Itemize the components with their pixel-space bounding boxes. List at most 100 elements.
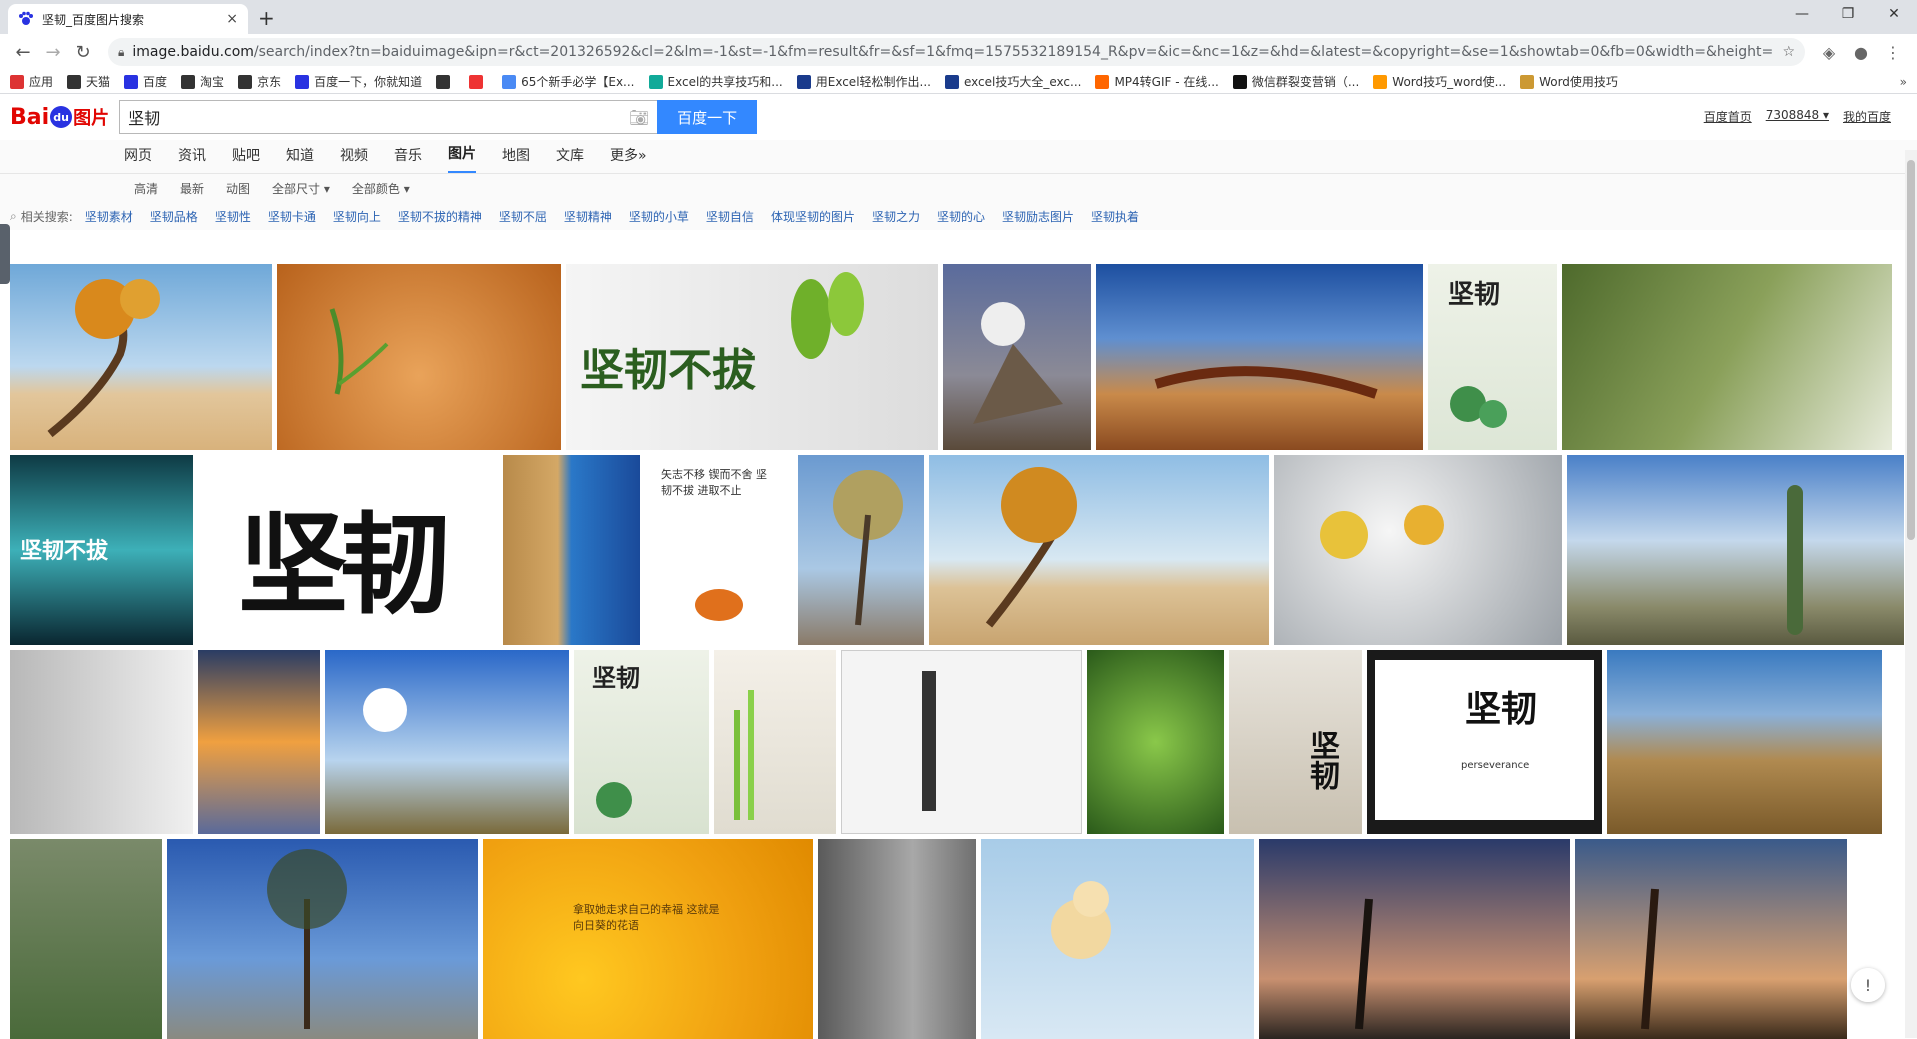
camera-icon[interactable]: 📷︎ <box>629 108 649 127</box>
bookmark-item[interactable]: 65个新手必学【Ex... <box>502 73 634 90</box>
filter-option[interactable]: 动图 <box>226 180 250 197</box>
image-result[interactable] <box>981 839 1254 1039</box>
minimize-icon[interactable]: — <box>1779 0 1825 30</box>
image-result[interactable] <box>818 839 976 1039</box>
page-scrollbar[interactable] <box>1905 150 1917 1038</box>
image-result[interactable] <box>10 650 193 834</box>
category-tab[interactable]: 视频 <box>340 145 368 173</box>
filter-option[interactable]: 全部尺寸 ▾ <box>272 180 330 197</box>
related-search-link[interactable]: 坚韧的心 <box>937 208 985 225</box>
filter-option[interactable]: 最新 <box>180 180 204 197</box>
related-search-link[interactable]: 坚韧性 <box>215 208 251 225</box>
image-result[interactable]: 矢志不移 锲而不舍 坚韧不拔 进取不止 <box>645 455 793 645</box>
image-result[interactable] <box>1259 839 1570 1039</box>
image-result[interactable] <box>198 650 320 834</box>
image-result[interactable] <box>10 839 162 1039</box>
category-tab[interactable]: 更多» <box>610 145 647 173</box>
image-result[interactable]: 拿取她走求自己的幸福 这就是向日葵的花语 <box>483 839 813 1039</box>
bookmark-item[interactable]: 用Excel轻松制作出... <box>797 73 931 90</box>
image-result[interactable] <box>1274 455 1562 645</box>
bookmark-item[interactable]: 百度 <box>124 73 167 90</box>
bookmark-item[interactable]: excel技巧大全_exc... <box>945 73 1081 90</box>
header-link[interactable]: 7308848 ▾ <box>1766 108 1829 125</box>
bookmark-item[interactable]: MP4转GIF - 在线... <box>1095 73 1218 90</box>
image-result[interactable] <box>1096 264 1423 450</box>
search-button[interactable]: 百度一下 <box>657 100 757 134</box>
related-search-link[interactable]: 坚韧不屈 <box>499 208 547 225</box>
image-result[interactable]: 坚韧 <box>1428 264 1557 450</box>
related-search-link[interactable]: 坚韧精神 <box>564 208 612 225</box>
category-tab[interactable]: 资讯 <box>178 145 206 173</box>
address-bar[interactable]: 🔒︎ image.baidu.com/search/index?tn=baidu… <box>108 38 1805 66</box>
profile-icon[interactable]: ● <box>1845 43 1877 62</box>
bookmark-item[interactable]: Word技巧_word使... <box>1373 73 1506 90</box>
bookmark-item[interactable]: 应用 <box>10 73 53 90</box>
header-link[interactable]: 我的百度 <box>1843 108 1891 125</box>
close-window-icon[interactable]: ✕ <box>1871 0 1917 30</box>
bookmark-star-icon[interactable]: ☆ <box>1782 44 1795 60</box>
filter-option[interactable]: 全部颜色 ▾ <box>352 180 410 197</box>
image-result[interactable]: 坚韧 <box>574 650 709 834</box>
image-result[interactable] <box>1575 839 1847 1039</box>
back-icon[interactable]: ← <box>8 42 38 63</box>
category-tab[interactable]: 地图 <box>502 145 530 173</box>
scrollbar-thumb[interactable] <box>1907 160 1915 540</box>
image-result[interactable] <box>1567 455 1904 645</box>
image-result[interactable] <box>929 455 1269 645</box>
related-search-link[interactable]: 坚韧之力 <box>872 208 920 225</box>
image-result[interactable]: 坚韧不拔 <box>10 455 193 645</box>
filter-option[interactable]: 高清 <box>134 180 158 197</box>
search-input[interactable]: 坚韧 📷︎ <box>119 100 657 134</box>
image-result[interactable] <box>503 455 640 645</box>
bookmark-item[interactable]: 天猫 <box>67 73 110 90</box>
bookmark-item[interactable] <box>469 75 488 89</box>
baidu-images-logo[interactable]: Bai du 图片 <box>10 104 109 130</box>
image-result[interactable] <box>1087 650 1224 834</box>
menu-icon[interactable]: ⋮ <box>1877 43 1909 62</box>
bookmark-item[interactable]: 淘宝 <box>181 73 224 90</box>
related-search-link[interactable]: 坚韧不拔的精神 <box>398 208 482 225</box>
related-search-link[interactable]: 坚韧向上 <box>333 208 381 225</box>
related-search-link[interactable]: 坚韧的小草 <box>629 208 689 225</box>
image-result[interactable] <box>1607 650 1882 834</box>
image-result[interactable]: 坚韧 perseverance <box>1367 650 1602 834</box>
related-search-link[interactable]: 坚韧卡通 <box>268 208 316 225</box>
image-result[interactable]: 坚韧 <box>198 455 498 645</box>
new-tab-button[interactable]: + <box>258 6 275 30</box>
restore-icon[interactable]: ❐ <box>1825 0 1871 30</box>
image-result[interactable] <box>714 650 836 834</box>
image-result[interactable]: 坚韧 <box>1229 650 1362 834</box>
image-result[interactable] <box>943 264 1091 450</box>
image-result[interactable] <box>167 839 478 1039</box>
reload-icon[interactable]: ↻ <box>68 42 98 63</box>
tab-close-icon[interactable]: × <box>226 11 238 27</box>
related-search-link[interactable]: 坚韧素材 <box>85 208 133 225</box>
feedback-button[interactable]: ! <box>1851 968 1885 1002</box>
category-tab[interactable]: 贴吧 <box>232 145 260 173</box>
category-tab[interactable]: 网页 <box>124 145 152 173</box>
image-result[interactable] <box>277 264 561 450</box>
forward-icon[interactable]: → <box>38 42 68 63</box>
image-result[interactable] <box>841 650 1082 834</box>
image-result[interactable] <box>325 650 569 834</box>
bookmarks-more-icon[interactable]: » <box>1900 75 1907 89</box>
image-result[interactable] <box>1562 264 1892 450</box>
browser-tab[interactable]: 坚韧_百度图片搜索 × <box>8 4 248 34</box>
image-result[interactable]: 坚韧不拔 <box>566 264 938 450</box>
related-search-link[interactable]: 坚韧品格 <box>150 208 198 225</box>
related-search-link[interactable]: 坚韧励志图片 <box>1002 208 1074 225</box>
related-search-link[interactable]: 体现坚韧的图片 <box>771 208 855 225</box>
bookmark-item[interactable]: Excel的共享技巧和... <box>649 73 783 90</box>
category-tab[interactable]: 图片 <box>448 143 476 173</box>
image-result[interactable] <box>10 264 272 450</box>
category-tab[interactable]: 音乐 <box>394 145 422 173</box>
category-tab[interactable]: 知道 <box>286 145 314 173</box>
bookmark-item[interactable] <box>436 75 455 89</box>
header-link[interactable]: 百度首页 <box>1704 108 1752 125</box>
bookmark-item[interactable]: Word使用技巧 <box>1520 73 1618 90</box>
extension-icon[interactable]: ◈ <box>1813 43 1845 62</box>
bookmark-item[interactable]: 微信群裂变营销（... <box>1233 73 1359 90</box>
bookmark-item[interactable]: 京东 <box>238 73 281 90</box>
bookmark-item[interactable]: 百度一下，你就知道 <box>295 73 422 90</box>
image-result[interactable] <box>798 455 924 645</box>
